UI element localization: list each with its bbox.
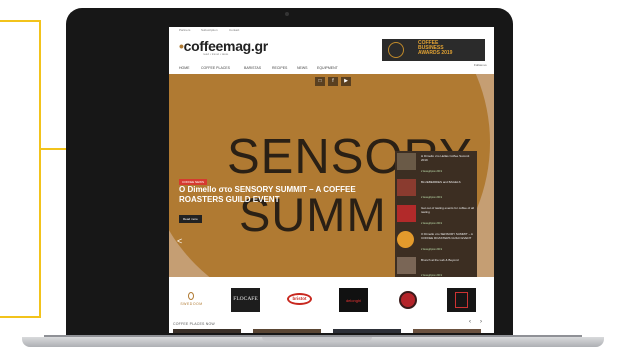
post-thumbnail bbox=[397, 205, 416, 222]
post-date: 2 Δεκεμβρίου 2019 bbox=[421, 248, 442, 251]
post-title: Get out of tasting events for coffee of … bbox=[421, 206, 474, 214]
nav-item-home[interactable]: HOME bbox=[179, 66, 190, 70]
sidebar-post[interactable]: BLUEBERRIES and BAGELS 2 Δεκεμβρίου 2019 bbox=[397, 177, 475, 203]
partner-name: SWEDOOM bbox=[180, 302, 203, 306]
post-title: BLUEBERRIES and BAGELS bbox=[421, 180, 461, 184]
nav-item-recipes[interactable]: RECIPES bbox=[272, 66, 287, 70]
partner-logo-bristot[interactable]: bristot bbox=[285, 288, 314, 312]
nav-item-news[interactable]: NEWS bbox=[297, 66, 308, 70]
partner-name: delonghi bbox=[345, 298, 362, 303]
nav-item-equipment[interactable]: EQUIPMENT bbox=[317, 66, 338, 70]
webcam-dot bbox=[285, 12, 289, 16]
topbar-link-subscription[interactable]: Subscription bbox=[201, 28, 218, 32]
topbar-link-partners[interactable]: Partners bbox=[179, 28, 190, 32]
partner-name: FLOCAFE bbox=[233, 296, 258, 302]
facebook-icon[interactable]: f bbox=[328, 77, 338, 86]
post-date: 2 Δεκεμβρίου 2019 bbox=[421, 196, 442, 199]
post-date: 2 Δεκεμβρίου 2019 bbox=[421, 170, 442, 173]
carousel-prev-button[interactable]: ‹ bbox=[469, 319, 471, 325]
carousel-next-button[interactable]: › bbox=[480, 319, 482, 325]
post-thumbnail bbox=[397, 153, 416, 170]
instagram-icon[interactable]: □ bbox=[315, 77, 325, 86]
sidebar-post[interactable]: Brunch at the Lab & Beyond 2 Δεκεμβρίου … bbox=[397, 255, 475, 277]
awards-banner[interactable]: COFFEE BUSINESS AWARDS 2019 bbox=[382, 39, 485, 61]
laptop-screen: Partners Subscription Contact •coffeemag… bbox=[169, 27, 494, 333]
post-title: O Dimello στο SENSORY SUMMIT – A COFFEE … bbox=[421, 232, 473, 240]
partner-logo-flocafe[interactable]: FLOCAFE bbox=[231, 288, 260, 312]
partner-name: bristot bbox=[292, 296, 307, 301]
nav-item-baristas[interactable]: BARISTAS bbox=[244, 66, 261, 70]
partner-logo-swedoom[interactable]: SWEDOOM bbox=[177, 288, 206, 312]
main-nav: HOME COFFEE PLACES BARISTAS RECIPES NEWS… bbox=[169, 65, 494, 74]
topbar-link-contact[interactable]: Contact bbox=[229, 28, 239, 32]
post-thumbnail bbox=[397, 257, 416, 274]
sidebar-post[interactable]: O Dimello στο SENSORY SUMMIT – A COFFEE … bbox=[397, 229, 475, 255]
awards-text: COFFEE BUSINESS AWARDS 2019 bbox=[418, 41, 478, 56]
roaster-emblem-icon bbox=[399, 291, 417, 309]
partner-logo-delonghi[interactable]: delonghi bbox=[339, 288, 368, 312]
site-tagline: read • travel • taste bbox=[203, 52, 229, 56]
award-badge-icon bbox=[388, 42, 404, 58]
post-date: 2 Δεκεμβρίου 2019 bbox=[421, 222, 442, 225]
post-date: 2 Δεκεμβρίου 2019 bbox=[421, 274, 442, 277]
highlight-bracket bbox=[0, 20, 41, 318]
top-bar: Partners Subscription Contact bbox=[169, 27, 494, 35]
post-thumbnail bbox=[397, 179, 416, 196]
post-title: Brunch at the Lab & Beyond bbox=[421, 258, 459, 262]
section-title-coffee-places: COFFEE PLACES NOW bbox=[173, 322, 215, 326]
hero-slider: SENSORY SUMM □ f ▶ COFFEE NEWS O Dimello… bbox=[169, 74, 494, 277]
partner-logos: SWEDOOM FLOCAFE bristot delonghi bbox=[169, 283, 494, 317]
sidebar-latest-posts: Η Dimello στο Hellas Coffee Summit 2019 … bbox=[395, 151, 477, 277]
coffee-place-card[interactable] bbox=[173, 329, 241, 333]
post-title: Η Dimello στο Hellas Coffee Summit 2019 bbox=[421, 154, 470, 162]
sidebar-post[interactable]: Η Dimello στο Hellas Coffee Summit 2019 … bbox=[397, 151, 475, 177]
slider-prev-button[interactable]: < bbox=[177, 236, 182, 246]
youtube-icon[interactable]: ▶ bbox=[341, 77, 351, 86]
coffee-place-card[interactable] bbox=[253, 329, 321, 333]
coffee-place-card[interactable] bbox=[333, 329, 401, 333]
sidebar-post[interactable]: Get out of tasting events for coffee of … bbox=[397, 203, 475, 229]
nav-item-coffee-places[interactable]: COFFEE PLACES bbox=[201, 66, 230, 70]
vittoria-emblem-icon bbox=[455, 292, 468, 308]
hero-title[interactable]: O Dimello στο SENSORY SUMMIT – A COFFEE … bbox=[179, 185, 389, 205]
bean-icon bbox=[188, 292, 194, 300]
laptop-notch bbox=[262, 337, 372, 341]
read-more-button[interactable]: Read more bbox=[179, 215, 202, 223]
awards-line: AWARDS 2019 bbox=[418, 50, 453, 56]
post-thumbnail bbox=[397, 231, 414, 248]
coffee-place-card[interactable] bbox=[413, 329, 481, 333]
partner-logo-vittoria[interactable] bbox=[447, 288, 476, 312]
partner-logo-roaster[interactable] bbox=[393, 288, 422, 312]
